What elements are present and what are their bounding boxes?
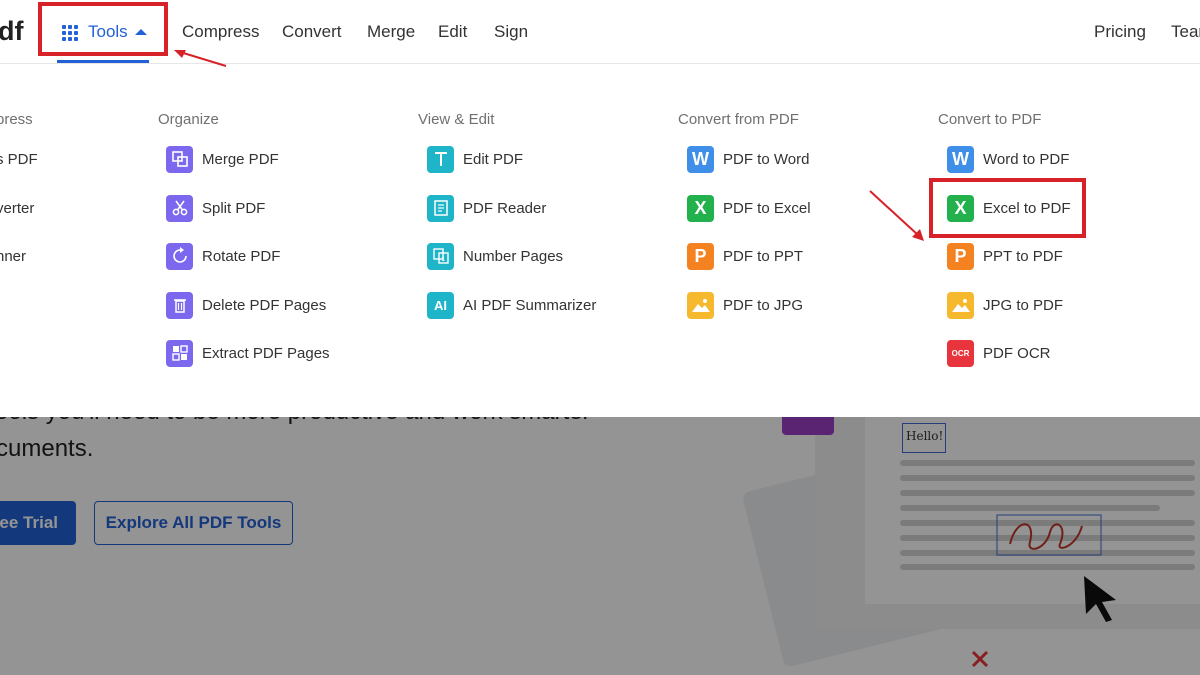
word-icon: W <box>947 145 974 173</box>
tools-dropdown-menu: press s PDF verter nner Organize Merge P… <box>0 64 1200 417</box>
trash-icon <box>166 291 193 319</box>
menu-item-edit-pdf[interactable]: Edit PDF <box>427 144 523 174</box>
nav-pricing[interactable]: Pricing <box>1094 22 1146 42</box>
rotate-icon <box>166 242 193 270</box>
svg-text:1: 1 <box>441 257 445 263</box>
nav-team[interactable]: Tean <box>1171 22 1200 42</box>
menu-item-merge-pdf[interactable]: Merge PDF <box>166 144 279 174</box>
menu-item-jpg-to-pdf[interactable]: JPG to PDF <box>947 290 1063 320</box>
menu-item-pdf-to-jpg[interactable]: PDF to JPG <box>687 290 803 320</box>
word-icon: W <box>687 145 714 173</box>
annotation-arrow-icon <box>869 190 924 241</box>
nav-edit[interactable]: Edit <box>438 22 467 42</box>
menu-item-pdf-ocr[interactable]: OCR PDF OCR <box>947 338 1051 368</box>
column-title-convert-from-pdf: Convert from PDF <box>678 111 799 128</box>
nav-compress[interactable]: Compress <box>182 22 259 42</box>
merge-icon <box>166 145 193 173</box>
reader-icon <box>427 194 454 222</box>
menu-item-word-to-pdf[interactable]: W Word to PDF <box>947 144 1069 174</box>
number-pages-icon: 1 <box>427 242 454 270</box>
dimmed-backdrop[interactable] <box>0 417 1200 675</box>
menu-item-ai-pdf-summarizer[interactable]: AI AI PDF Summarizer <box>427 290 596 320</box>
column-title-view-edit: View & Edit <box>418 111 495 128</box>
annotation-arrow-icon <box>174 50 227 67</box>
menu-item-scanner[interactable]: nner <box>0 241 26 271</box>
menu-item-pdf-to-excel[interactable]: X PDF to Excel <box>687 193 811 223</box>
text-t-icon <box>427 145 454 173</box>
nav-merge[interactable]: Merge <box>367 22 415 42</box>
menu-item-delete-pdf-pages[interactable]: Delete PDF Pages <box>166 290 326 320</box>
column-title-organize: Organize <box>158 111 219 128</box>
menu-item-pdf-reader[interactable]: PDF Reader <box>427 193 546 223</box>
menu-item-compress-pdf[interactable]: s PDF <box>0 144 38 174</box>
jpg-icon <box>947 291 974 319</box>
menu-item-rotate-pdf[interactable]: Rotate PDF <box>166 241 280 271</box>
menu-item-split-pdf[interactable]: Split PDF <box>166 193 265 223</box>
ai-icon: AI <box>427 291 454 319</box>
ppt-icon: P <box>687 242 714 270</box>
ocr-icon: OCR <box>947 339 974 367</box>
menu-item-pdf-to-word[interactable]: W PDF to Word <box>687 144 809 174</box>
menu-item-pdf-to-ppt[interactable]: P PDF to PPT <box>687 241 803 271</box>
jpg-icon <box>687 291 714 319</box>
menu-item-converter[interactable]: verter <box>0 193 34 223</box>
nav-convert[interactable]: Convert <box>282 22 342 42</box>
ppt-icon: P <box>947 242 974 270</box>
menu-item-ppt-to-pdf[interactable]: P PPT to PDF <box>947 241 1063 271</box>
column-title-compress: press <box>0 111 33 128</box>
nav-sign[interactable]: Sign <box>494 22 528 42</box>
menu-item-extract-pdf-pages[interactable]: Extract PDF Pages <box>166 338 330 368</box>
scissors-icon <box>166 194 193 222</box>
top-navigation-bar: df Tools Compress Convert Merge Edit Sig… <box>0 0 1200 67</box>
tools-highlight-box <box>38 2 168 56</box>
column-title-convert-to-pdf: Convert to PDF <box>938 111 1042 128</box>
active-tab-underline <box>57 60 149 63</box>
menu-item-number-pages[interactable]: 1 Number Pages <box>427 241 563 271</box>
brand-logo[interactable]: df <box>0 16 23 47</box>
excel-to-pdf-highlight-box <box>929 178 1086 238</box>
excel-icon: X <box>687 194 714 222</box>
extract-icon <box>166 339 193 367</box>
